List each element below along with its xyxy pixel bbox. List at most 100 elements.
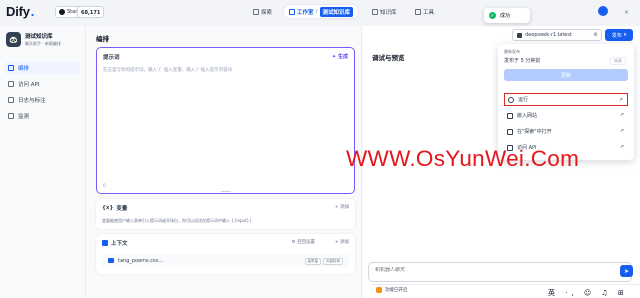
app-avatar: 🐼	[6, 32, 21, 47]
debug-title: 调试与预览	[372, 54, 405, 62]
app-sidebar: 🐼 测试知识库 聊天助手 · 新版编排 编排 访问 API 日志与标注 监测	[0, 26, 86, 298]
nav-tools[interactable]: 工具	[415, 6, 434, 18]
play-icon	[508, 96, 514, 103]
published-time: 发布于 5 分钟前	[504, 58, 541, 64]
sidebar-item-label: 日志与标注	[18, 98, 46, 104]
prompt-label: 提示词	[103, 55, 120, 61]
tools-icon	[415, 9, 421, 15]
variables-label: 变量	[116, 206, 128, 212]
chat-input-box[interactable]	[368, 262, 632, 282]
embed-icon	[507, 112, 513, 119]
external-link-icon: ↗	[619, 112, 624, 118]
nav-explore-label: 探索	[261, 10, 273, 16]
external-link-icon: ↗	[619, 144, 624, 150]
close-icon[interactable]: ×	[624, 9, 629, 16]
github-star-count[interactable]: 68,171	[77, 6, 105, 18]
nav-current-app[interactable]: 测试知识库	[319, 6, 354, 17]
top-bar: Dify. Star 68,171 探索 工作室 / 测试知识库 知识库 工具	[0, 0, 640, 26]
prompt-editor[interactable]: 提示词 ✦ 生成 在这里写你的提示词，输入'{' 插入变量、输入'/' 插入提示…	[96, 47, 355, 194]
settings-icon: ⚙	[593, 32, 598, 38]
variables-panel: {x} 变量 + 添加 变量能使用户输入表单引入提示词或开场白，你可以试试在提示…	[96, 199, 355, 229]
nav-knowledge-label: 知识库	[380, 10, 397, 16]
folder-icon	[108, 258, 114, 263]
model-selector[interactable]: deepseek-r1:latest ⚙	[512, 29, 602, 41]
menu-item-label: 嵌入网站	[517, 113, 538, 119]
generate-prompt-button[interactable]: ✦ 生成	[332, 53, 348, 60]
dataset-name: tang_poems.csv...	[118, 257, 163, 264]
menu-item-label: 在"探索"中打开	[517, 129, 552, 135]
chat-input[interactable]	[375, 267, 595, 273]
explore-icon	[507, 128, 513, 135]
sidebar-item-label: 访问 API	[18, 82, 40, 88]
add-variable-button[interactable]: + 添加	[335, 204, 349, 210]
compass-icon	[253, 9, 259, 15]
publish-label: 发布	[611, 32, 622, 39]
context-panel: 上下文 ⚙ 召回设置 + 添加 tang_poems.csv... 高质量 向量…	[96, 234, 355, 274]
sidebar-item-label: 编排	[18, 66, 30, 72]
publish-button[interactable]: 发布 ▾	[605, 29, 633, 41]
sidebar-item-logs[interactable]: 日志与标注	[4, 94, 80, 106]
publish-dropdown: 最新发布 发布于 5 分钟前 恢复 更新 运行 ↗ 嵌入网站 ↗ 在"探索"中打…	[498, 44, 634, 160]
chevron-down-icon: ▾	[623, 32, 627, 38]
open-in-explore-item[interactable]: 在"探索"中打开 ↗	[504, 125, 628, 138]
watermark: WWW.OsYunWei.Com	[346, 146, 580, 171]
variables-icon: {x}	[102, 205, 114, 211]
monitor-icon	[8, 113, 14, 119]
logs-icon	[8, 97, 14, 103]
toast-text: 成功	[500, 13, 511, 19]
github-icon	[59, 9, 65, 15]
model-icon	[517, 32, 522, 38]
context-icon	[102, 240, 108, 246]
menu-item-label: 运行	[518, 97, 529, 103]
check-icon: ✓	[489, 12, 496, 19]
nav-separator: /	[315, 8, 318, 15]
send-button[interactable]: ➤	[620, 265, 633, 277]
success-toast: ✓ 成功	[484, 8, 530, 23]
dataset-tag: 高质量	[304, 258, 321, 265]
ime-toolbar[interactable]: 英 ·, ☺ ♫ ⊞ ⚙	[548, 288, 640, 298]
studio-icon	[289, 8, 295, 15]
sidebar-item-orchestrate[interactable]: 编排	[4, 62, 80, 74]
recall-settings-button[interactable]: ⚙ 召回设置	[292, 239, 315, 245]
resize-handle[interactable]	[221, 191, 231, 192]
sidebar-item-api[interactable]: 访问 API	[4, 78, 80, 90]
variables-description: 变量能使用户输入表单引入提示词或开场白，你可以试试在提示词中输入 {{input…	[102, 218, 252, 223]
variables-header: {x} 变量	[102, 204, 127, 212]
update-button[interactable]: 更新	[504, 69, 628, 81]
dify-logo[interactable]: Dify.	[6, 4, 34, 19]
compose-title: 编排	[96, 35, 109, 43]
app-header[interactable]: 🐼 测试知识库 聊天助手 · 新版编排	[6, 32, 61, 47]
book-icon	[372, 9, 378, 15]
model-name: deepseek-r1:latest	[525, 32, 572, 38]
external-link-icon: ↗	[618, 97, 623, 103]
app-name: 测试知识库	[25, 34, 53, 40]
prompt-char-count: 0	[103, 184, 106, 189]
feature-icon	[376, 287, 382, 293]
feature-enabled-badge[interactable]: 功能已开启	[376, 287, 408, 293]
sidebar-item-monitor[interactable]: 监测	[4, 110, 80, 122]
nav-knowledge[interactable]: 知识库	[372, 6, 397, 18]
context-label: 上下文	[111, 241, 128, 247]
nav-tools-label: 工具	[423, 10, 435, 16]
app-type: 聊天助手 · 新版编排	[25, 41, 61, 46]
terminal-icon	[8, 65, 14, 71]
external-link-icon: ↗	[619, 128, 624, 134]
dataset-tags: 高质量 向量检索	[304, 258, 343, 265]
user-avatar[interactable]	[598, 6, 608, 16]
latest-publish-label: 最新发布	[504, 49, 520, 54]
add-context-button[interactable]: + 添加	[335, 239, 349, 245]
github-star-label: Star	[67, 9, 78, 15]
nav-studio-label: 工作室	[297, 9, 314, 16]
feature-label: 功能已开启	[385, 288, 408, 293]
api-icon	[8, 81, 14, 87]
sidebar-item-label: 监测	[18, 114, 30, 120]
nav-explore[interactable]: 探索	[253, 6, 272, 18]
compose-column: 编排 提示词 ✦ 生成 在这里写你的提示词，输入'{' 插入变量、输入'/' 插…	[86, 26, 362, 298]
context-header: 上下文	[102, 239, 128, 247]
restore-button[interactable]: 恢复	[610, 57, 626, 65]
run-app-item[interactable]: 运行 ↗	[504, 93, 628, 106]
nav-studio[interactable]: 工作室 / 测试知识库	[284, 5, 359, 18]
prompt-placeholder[interactable]: 在这里写你的提示词，输入'{' 插入变量、输入'/' 插入提示内容块	[103, 67, 232, 73]
embed-website-item[interactable]: 嵌入网站 ↗	[504, 109, 628, 122]
dataset-tag: 向量检索	[323, 258, 343, 265]
